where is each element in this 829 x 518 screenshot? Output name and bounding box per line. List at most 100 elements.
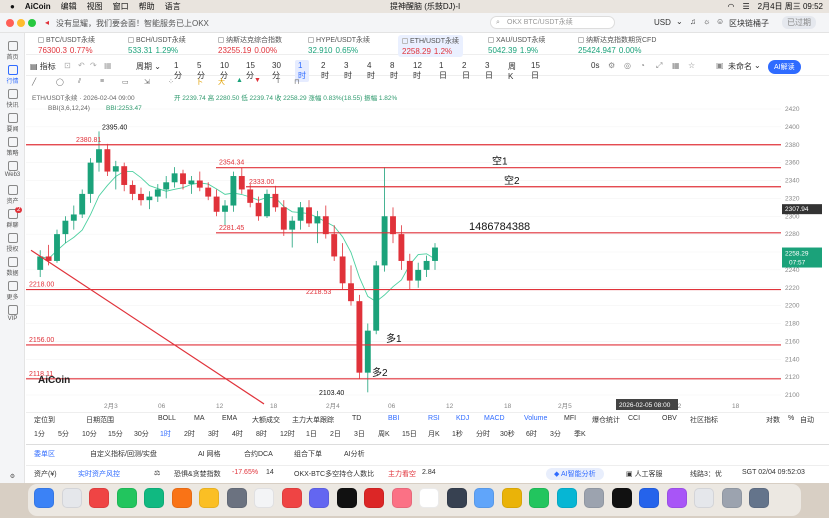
dock-app-icon[interactable] — [556, 488, 577, 508]
menubar-datetime[interactable]: 2月4日 周三 09:52 — [758, 1, 823, 12]
dock-app-icon[interactable] — [611, 488, 632, 508]
star-icon[interactable]: ☆ — [688, 61, 695, 70]
undo-icon[interactable]: ↶ — [78, 61, 85, 70]
dock-app-icon[interactable] — [116, 488, 137, 508]
dock-app-icon[interactable] — [144, 488, 164, 508]
sidebar-item-2[interactable]: 快讯 — [0, 89, 25, 109]
close-button[interactable] — [6, 19, 14, 27]
indicator-3[interactable]: 大额成交 — [252, 415, 280, 425]
dock-app-icon[interactable] — [529, 488, 549, 508]
sidebar-item-5[interactable]: Web3 — [0, 161, 25, 178]
timeframe2-3[interactable]: 15分 — [108, 429, 123, 439]
indicator-0[interactable]: BOLL — [158, 415, 176, 422]
asset-label[interactable]: 资产(¥) — [34, 469, 57, 479]
timeframe2-21[interactable]: 3分 — [550, 429, 561, 439]
parallel-tool-icon[interactable]: ⫽ — [78, 78, 81, 86]
bottom-tab-4[interactable]: 组合下单 — [294, 449, 322, 459]
camera-icon[interactable]: ◎ — [624, 61, 631, 70]
sidebar-item-7[interactable]: 2 群聊 — [0, 207, 25, 229]
zoom-button[interactable] — [28, 19, 36, 27]
wifi-icon[interactable]: ◠ — [727, 2, 734, 11]
big-tool-icon[interactable]: 大 — [218, 77, 225, 87]
settings-icon[interactable]: ⚙ — [608, 61, 615, 70]
bottom-tab-2[interactable]: AI 网格 — [198, 449, 221, 459]
untitled-select[interactable]: 未命名 — [728, 61, 752, 72]
ticker-3[interactable]: HYPE/USDT永续 32.910 0.65% — [308, 35, 370, 55]
bottom-tab-3[interactable]: 合约DCA — [244, 449, 273, 459]
timeframe2-1[interactable]: 5分 — [58, 429, 69, 439]
axis-option-0[interactable]: 对数 — [766, 415, 780, 425]
dock-app-icon[interactable] — [694, 488, 714, 508]
timeframe2-6[interactable]: 2时 — [184, 429, 195, 439]
user-icon[interactable]: ☺ — [716, 17, 724, 26]
draw-icon[interactable]: ⊡ — [64, 61, 71, 70]
ai-interpret-button[interactable]: AI解读 — [768, 60, 801, 74]
menu-edit[interactable]: 编辑 — [61, 1, 77, 12]
risk-link[interactable]: 实时资产风控 — [78, 469, 120, 479]
bell-icon[interactable]: ♫ — [690, 17, 696, 26]
indicator-2[interactable]: EMA — [222, 415, 237, 422]
redo-icon[interactable]: ↷ — [90, 61, 97, 70]
expired-badge[interactable]: 已过期 — [782, 16, 816, 29]
sidebar-settings-icon[interactable]: ⚙ — [0, 473, 25, 480]
sidebar-item-4[interactable]: 策略 — [0, 137, 25, 157]
sub-indicator-5[interactable]: 爆仓统计 — [592, 415, 620, 425]
dock-app-icon[interactable] — [309, 488, 329, 508]
ai-analysis-button[interactable]: ◆ AI智能分析 — [546, 468, 604, 480]
dock-app-icon[interactable] — [364, 488, 384, 508]
dock-app-icon[interactable] — [199, 488, 219, 508]
sidebar-item-0[interactable]: 首页 — [0, 41, 25, 61]
ticker-4[interactable]: ETH/USDT永续 2258.29 1.2% — [398, 35, 463, 57]
price-axis[interactable]: 2420240023802360234023202300228022602240… — [781, 90, 829, 410]
sub-indicator-0[interactable]: RSI — [428, 415, 440, 422]
timeframe2-14[interactable]: 周K — [378, 429, 390, 439]
rect-tool-icon[interactable]: ▭ — [122, 78, 129, 86]
magnet-tool-icon[interactable]: ⊓ — [294, 78, 299, 86]
sidebar-item-3[interactable]: 要闻 — [0, 113, 25, 133]
indicator-1[interactable]: MA — [194, 415, 205, 422]
timeframe2-18[interactable]: 分时 — [476, 429, 490, 439]
dock-app-icon[interactable] — [171, 488, 192, 508]
axis-option-1[interactable]: % — [788, 415, 794, 422]
indicator-6[interactable]: BBI — [388, 415, 399, 422]
menu-language[interactable]: 语言 — [165, 1, 181, 12]
timeframe2-13[interactable]: 3日 — [354, 429, 365, 439]
sub-indicator-6[interactable]: CCI — [628, 415, 640, 422]
clock-icon[interactable]: ◔ — [640, 61, 645, 70]
dock-app-icon[interactable] — [639, 488, 659, 508]
dock-app-icon[interactable] — [584, 488, 604, 508]
sub-indicator-3[interactable]: Volume — [524, 415, 547, 422]
dock-app-icon[interactable] — [254, 488, 274, 508]
chart-canvas[interactable]: 2354.34 空1 2333.00 空2 2281.45 1486784388 2218.… — [26, 90, 781, 410]
bottom-tab-5[interactable]: AI分析 — [344, 449, 365, 459]
bottom-tab-0[interactable]: 委单区 — [34, 449, 55, 459]
sub-indicator-1[interactable]: KDJ — [456, 415, 469, 422]
dock-app-icon[interactable] — [419, 488, 439, 508]
minimize-button[interactable] — [17, 19, 25, 27]
fib-tool-icon[interactable]: ≡ — [100, 78, 104, 85]
ticker-2[interactable]: 纳斯达克综合指数 23255.19 0.00% — [218, 35, 282, 55]
sun-icon[interactable]: ☼ — [703, 17, 710, 26]
timeframe2-10[interactable]: 12时 — [280, 429, 295, 439]
dock-app-icon[interactable] — [749, 488, 769, 508]
indicator-5[interactable]: TD — [352, 415, 361, 422]
indicator-4[interactable]: 主力大单跟踪 — [292, 415, 334, 425]
date-range-button[interactable]: 日期范围 — [86, 415, 114, 425]
dock-app-icon[interactable] — [501, 488, 522, 508]
notification-text[interactable]: 没有显耀，我们要会面！智能服务已上OKX — [56, 18, 209, 29]
line-status[interactable]: 线路3：优 — [690, 469, 722, 479]
now-playing[interactable]: 提神醒脑 (乐鼓DJ)-I — [390, 1, 460, 12]
layout-icon[interactable]: ▦ — [104, 61, 112, 70]
menu-view[interactable]: 视图 — [87, 1, 103, 12]
dock-app-icon[interactable] — [34, 488, 54, 508]
ticker-5[interactable]: XAU/USDT永续 5042.39 1.9% — [488, 35, 545, 55]
search-input[interactable]: ⌕ OKX BTC/USDT永续 — [490, 16, 615, 29]
timeframe2-17[interactable]: 1秒 — [452, 429, 463, 439]
dock-app-icon[interactable] — [281, 488, 302, 508]
timeframe2-5[interactable]: 1时 — [160, 429, 171, 439]
timeframe2-16[interactable]: 月K — [428, 429, 440, 439]
circle-tool-icon[interactable]: ◯ — [56, 78, 64, 86]
fullscreen-icon[interactable]: ⤢ — [656, 61, 662, 71]
apple-icon[interactable]: ● — [10, 2, 15, 11]
timeframe2-11[interactable]: 1日 — [306, 429, 317, 439]
